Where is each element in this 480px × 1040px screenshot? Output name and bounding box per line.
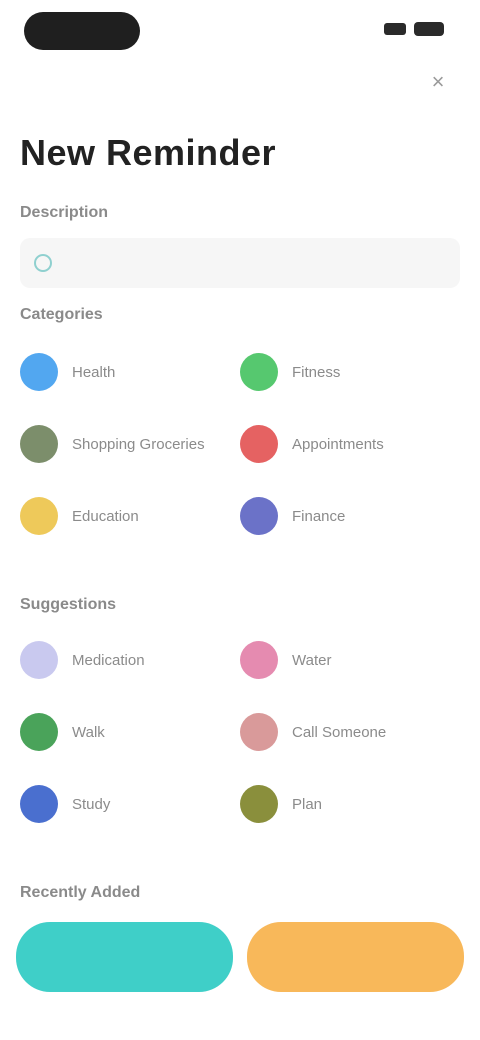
suggestion-item[interactable]: Water [240,638,460,682]
suggestion-item[interactable]: Study [20,782,240,826]
primary-action-button[interactable] [16,922,233,992]
category-item[interactable]: Health [20,350,240,394]
category-item[interactable]: Appointments [240,422,460,466]
category-item[interactable]: Fitness [240,350,460,394]
category-icon [20,353,58,391]
suggestion-icon [20,713,58,751]
suggestion-icon [240,713,278,751]
suggestion-icon [20,785,58,823]
category-item[interactable]: Education [20,494,240,538]
description-field[interactable] [20,238,460,288]
section-label-suggestions: Suggestions [20,596,117,613]
category-item[interactable]: Finance [240,494,460,538]
category-label: Education [72,507,139,525]
suggestions-grid: Medication Water Walk Call Someone Study… [20,638,460,826]
battery-icon [414,22,444,36]
suggestion-label: Plan [292,795,323,813]
suggestion-label: Medication [72,651,145,669]
category-label: Health [72,363,116,381]
close-icon[interactable]: × [424,68,452,96]
suggestion-item[interactable]: Plan [240,782,460,826]
suggestion-icon [20,641,58,679]
category-icon [20,497,58,535]
category-label: Finance [292,507,346,525]
suggestion-label: Walk [72,723,105,741]
category-icon [240,353,278,391]
category-icon [240,497,278,535]
category-item[interactable]: Shopping Groceries [20,422,240,466]
description-label: Description [20,204,109,221]
category-label: Appointments [292,435,384,453]
suggestion-item[interactable]: Medication [20,638,240,682]
action-bar [16,922,464,992]
secondary-action-button[interactable] [247,922,464,992]
signal-icon [384,23,406,35]
description-input[interactable] [64,253,428,273]
categories-grid: Health Fitness Shopping Groceries Appoin… [20,350,460,538]
suggestion-icon [240,641,278,679]
status-icons [384,22,444,36]
section-label-recent: Recently Added [20,884,141,901]
suggestion-item[interactable]: Call Someone [240,710,460,754]
category-label: Shopping Groceries [72,435,205,453]
category-icon [240,425,278,463]
section-label-categories: Categories [20,306,103,323]
suggestion-label: Water [292,651,332,669]
page-title: New Reminder [20,132,277,173]
status-bar-pill [24,12,140,50]
category-label: Fitness [292,363,341,381]
suggestion-label: Study [72,795,111,813]
search-icon [34,254,52,272]
category-icon [20,425,58,463]
suggestion-item[interactable]: Walk [20,710,240,754]
suggestion-label: Call Someone [292,723,387,741]
suggestion-icon [240,785,278,823]
